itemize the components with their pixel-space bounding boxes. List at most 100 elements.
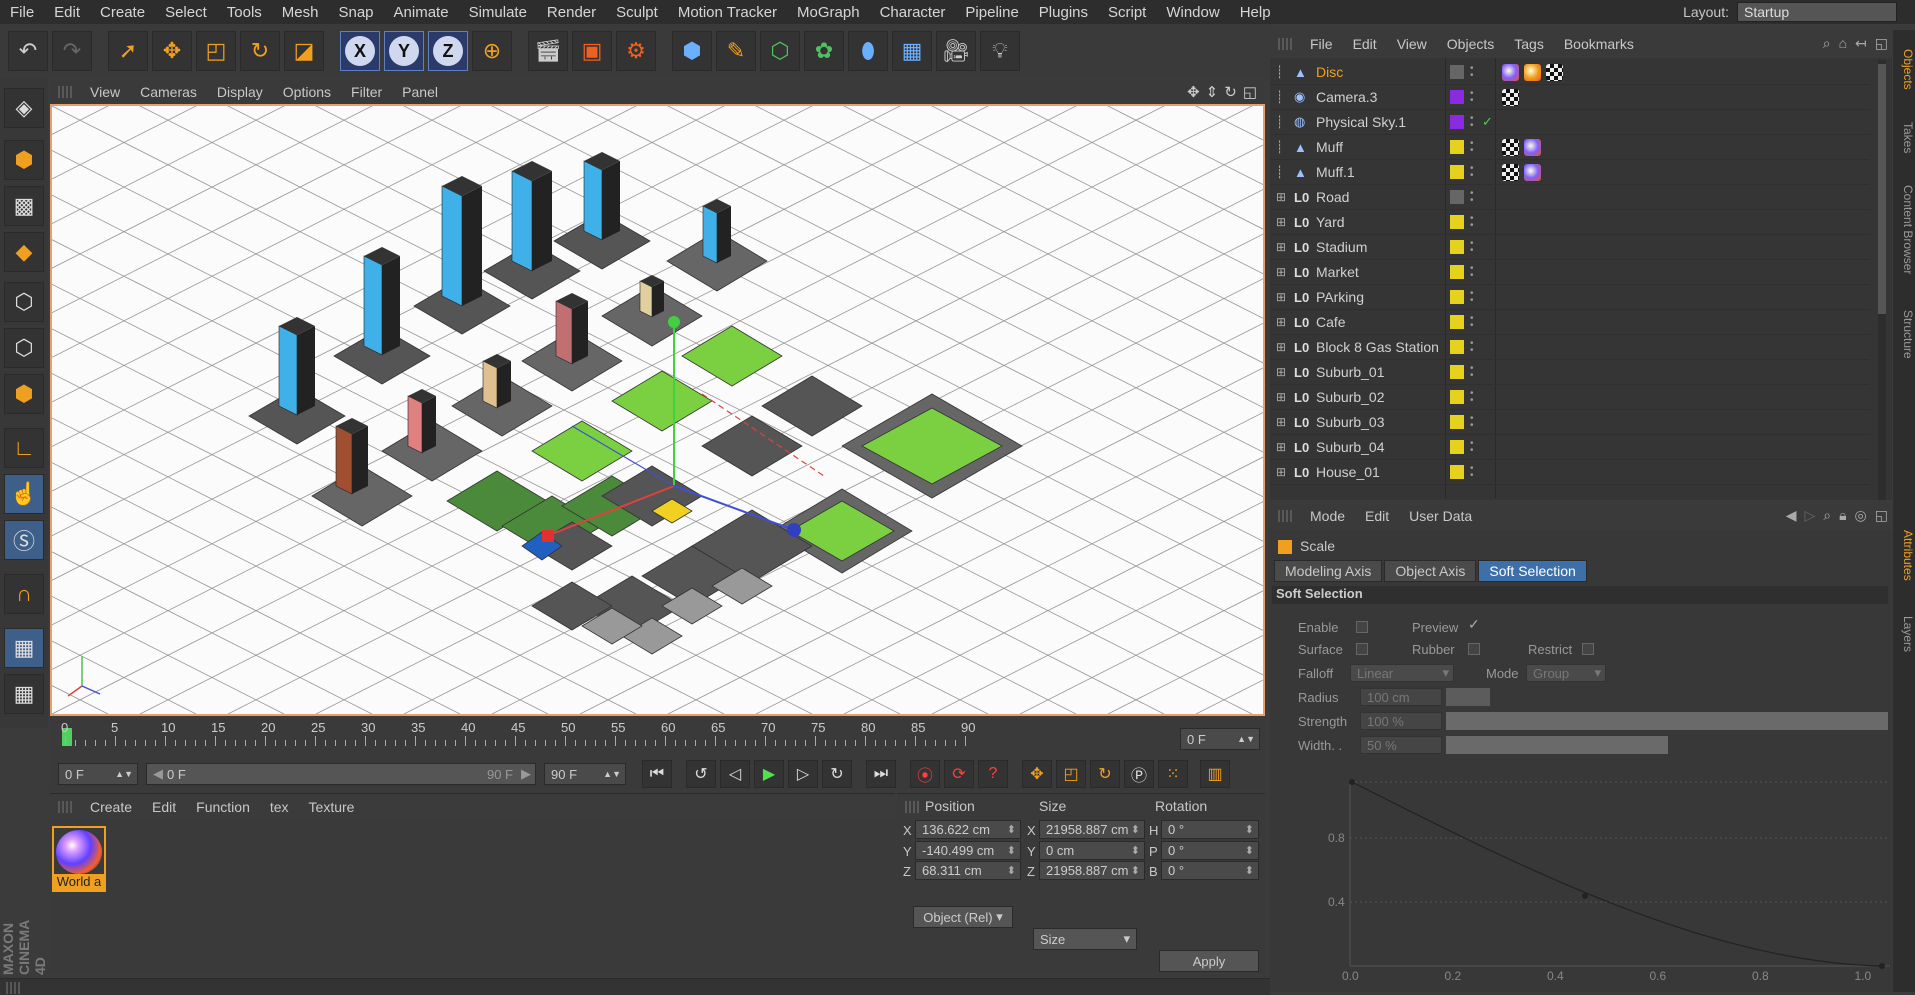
preview-checkbox[interactable]: ✓ [1468,616,1480,633]
world-coords-icon[interactable]: ⊕ [472,31,512,71]
timeline-current-frame[interactable]: 0 F ▲▼ [1180,728,1260,750]
expand-icon[interactable]: ⊞ [1276,215,1286,229]
cube-icon[interactable]: ⬢ [672,31,712,71]
attr-menu-user-data[interactable]: User Data [1399,508,1482,524]
object-row[interactable]: ⊞ L0 Cafe • • [1270,310,1870,335]
object-menu-bookmarks[interactable]: Bookmarks [1554,36,1644,52]
size-x-field[interactable]: 21958.887 cm ⬍ [1039,820,1145,839]
layer-color-swatch[interactable] [1450,165,1464,179]
layer-color-swatch[interactable] [1450,65,1464,79]
size-y-field[interactable]: 0 cm ⬍ [1039,840,1145,860]
object-row[interactable]: ┊ ◍ Physical Sky.1 • • [1270,110,1870,135]
enable-checkbox[interactable] [1356,621,1368,633]
tag-icon[interactable] [1546,64,1563,81]
move-icon[interactable]: ✥ [152,31,192,71]
surface-checkbox[interactable] [1356,643,1368,655]
layer-color-swatch[interactable] [1450,140,1464,154]
stepper-arrows-icon[interactable]: ⬍ [1245,823,1254,836]
lock-icon[interactable]: 🔒︎ [1839,507,1846,524]
tag-icon[interactable] [1502,139,1519,156]
skyscraper[interactable] [278,325,298,416]
stepper-arrows-icon[interactable]: ⬍ [1131,864,1140,877]
width-slider[interactable] [1446,736,1668,754]
layer-color-swatch[interactable] [1450,315,1464,329]
scale-icon[interactable]: ◰ [196,31,236,71]
menu-plugins[interactable]: Plugins [1029,4,1098,21]
next-key-icon[interactable]: ↻ [822,760,852,788]
pen-icon[interactable]: ✎ [716,31,756,71]
apartment-building[interactable] [639,280,653,318]
expand-icon[interactable]: ⊞ [1276,290,1286,304]
parking-tile[interactable] [701,415,803,477]
menu-animate[interactable]: Animate [384,4,459,21]
stepper-arrows-icon[interactable]: ⬍ [1007,864,1016,877]
skyscraper[interactable] [583,160,603,241]
tag-icon[interactable] [1502,64,1519,81]
object-row[interactable]: ⊞ L0 Stadium • • [1270,235,1870,260]
dolly-view-icon[interactable]: ⇕ [1206,83,1219,101]
position-y-field[interactable]: -140.499 cm ⬍ [915,840,1021,860]
menu-help[interactable]: Help [1230,4,1281,21]
model-mode-icon[interactable]: ⬢ [4,140,44,180]
points-mode-icon[interactable]: ⬡ [4,282,44,322]
menu-simulate[interactable]: Simulate [459,4,537,21]
object-row[interactable]: ┊ ▲ Muff • • [1270,135,1870,160]
rotate-icon[interactable]: ↻ [240,31,280,71]
menu-render[interactable]: Render [537,4,606,21]
tab-content-browser[interactable]: Content Browser [1893,170,1915,290]
tag-icon[interactable] [1502,89,1519,106]
go-start-icon[interactable]: ⏮ [642,760,672,788]
stepper-arrows-icon[interactable]: ⬍ [1245,864,1254,877]
workplane-lock-icon[interactable]: ▦ [4,628,44,668]
park-tile[interactable] [611,370,713,432]
apply-button[interactable]: Apply [1159,950,1259,972]
attr-menu-edit[interactable]: Edit [1355,508,1399,524]
rubber-checkbox[interactable] [1468,643,1480,655]
tab-modeling-axis[interactable]: Modeling Axis [1274,560,1383,582]
menu-motion-tracker[interactable]: Motion Tracker [668,4,787,21]
tag-icon[interactable] [1524,164,1541,181]
stepper-arrows-icon[interactable]: ⬍ [1245,844,1254,857]
rotation-h-field[interactable]: 0 ° ⬍ [1161,820,1259,839]
tab-objects[interactable]: Objects [1893,34,1915,104]
falloff-dropdown[interactable]: Linear ▾ [1350,664,1454,682]
layer-color-swatch[interactable] [1450,390,1464,404]
redo-icon[interactable]: ↷ [52,31,92,71]
size-z-field[interactable]: 21958.887 cm ⬍ [1039,861,1145,880]
key-param-icon[interactable]: Ⓟ [1124,760,1154,788]
viewport-menu-view[interactable]: View [80,84,130,100]
record-icon[interactable]: ⦿ [910,760,940,788]
layer-color-swatch[interactable] [1450,415,1464,429]
apartment-building[interactable] [482,360,498,409]
viewport[interactable] [50,104,1265,716]
layer-color-swatch[interactable] [1450,190,1464,204]
workplane-icon[interactable]: ◆ [4,232,44,272]
tab-attributes[interactable]: Attributes [1893,510,1915,600]
tag-icon[interactable] [1524,64,1541,81]
edges-mode-icon[interactable]: ⬡ [4,328,44,368]
tab-object-axis[interactable]: Object Axis [1384,560,1477,582]
office-tower[interactable] [702,205,718,264]
layer-color-swatch[interactable] [1450,365,1464,379]
width-field[interactable]: 50 % [1360,736,1442,754]
camera-icon[interactable]: 🎥︎ [936,31,976,71]
object-row[interactable]: ┊ ▲ Muff.1 • • [1270,160,1870,185]
object-menu-view[interactable]: View [1387,36,1437,52]
visibility-dots-icon[interactable]: • • [1470,189,1474,206]
recent-tool-icon[interactable]: ◪ [284,31,324,71]
visibility-dots-icon[interactable]: • • [1470,239,1474,256]
menu-tools[interactable]: Tools [217,4,272,21]
object-row[interactable]: ⊞ L0 Block 8 Gas Station • • [1270,335,1870,360]
object-menu-file[interactable]: File [1300,36,1343,52]
back-icon[interactable]: ↤ [1855,35,1867,52]
material-menu-edit[interactable]: Edit [142,799,186,815]
rotation-b-field[interactable]: 0 ° ⬍ [1161,861,1259,880]
strength-slider[interactable] [1446,712,1888,730]
object-menu-objects[interactable]: Objects [1437,36,1504,52]
keyframe-selection-icon[interactable]: ? [978,760,1008,788]
attr-menu-mode[interactable]: Mode [1300,508,1355,524]
target-icon[interactable]: ◎ [1855,507,1867,524]
planar-workplane-icon[interactable]: ▦ [4,674,44,714]
material-menu-create[interactable]: Create [80,799,142,815]
visibility-dots-icon[interactable]: • • [1470,414,1474,431]
